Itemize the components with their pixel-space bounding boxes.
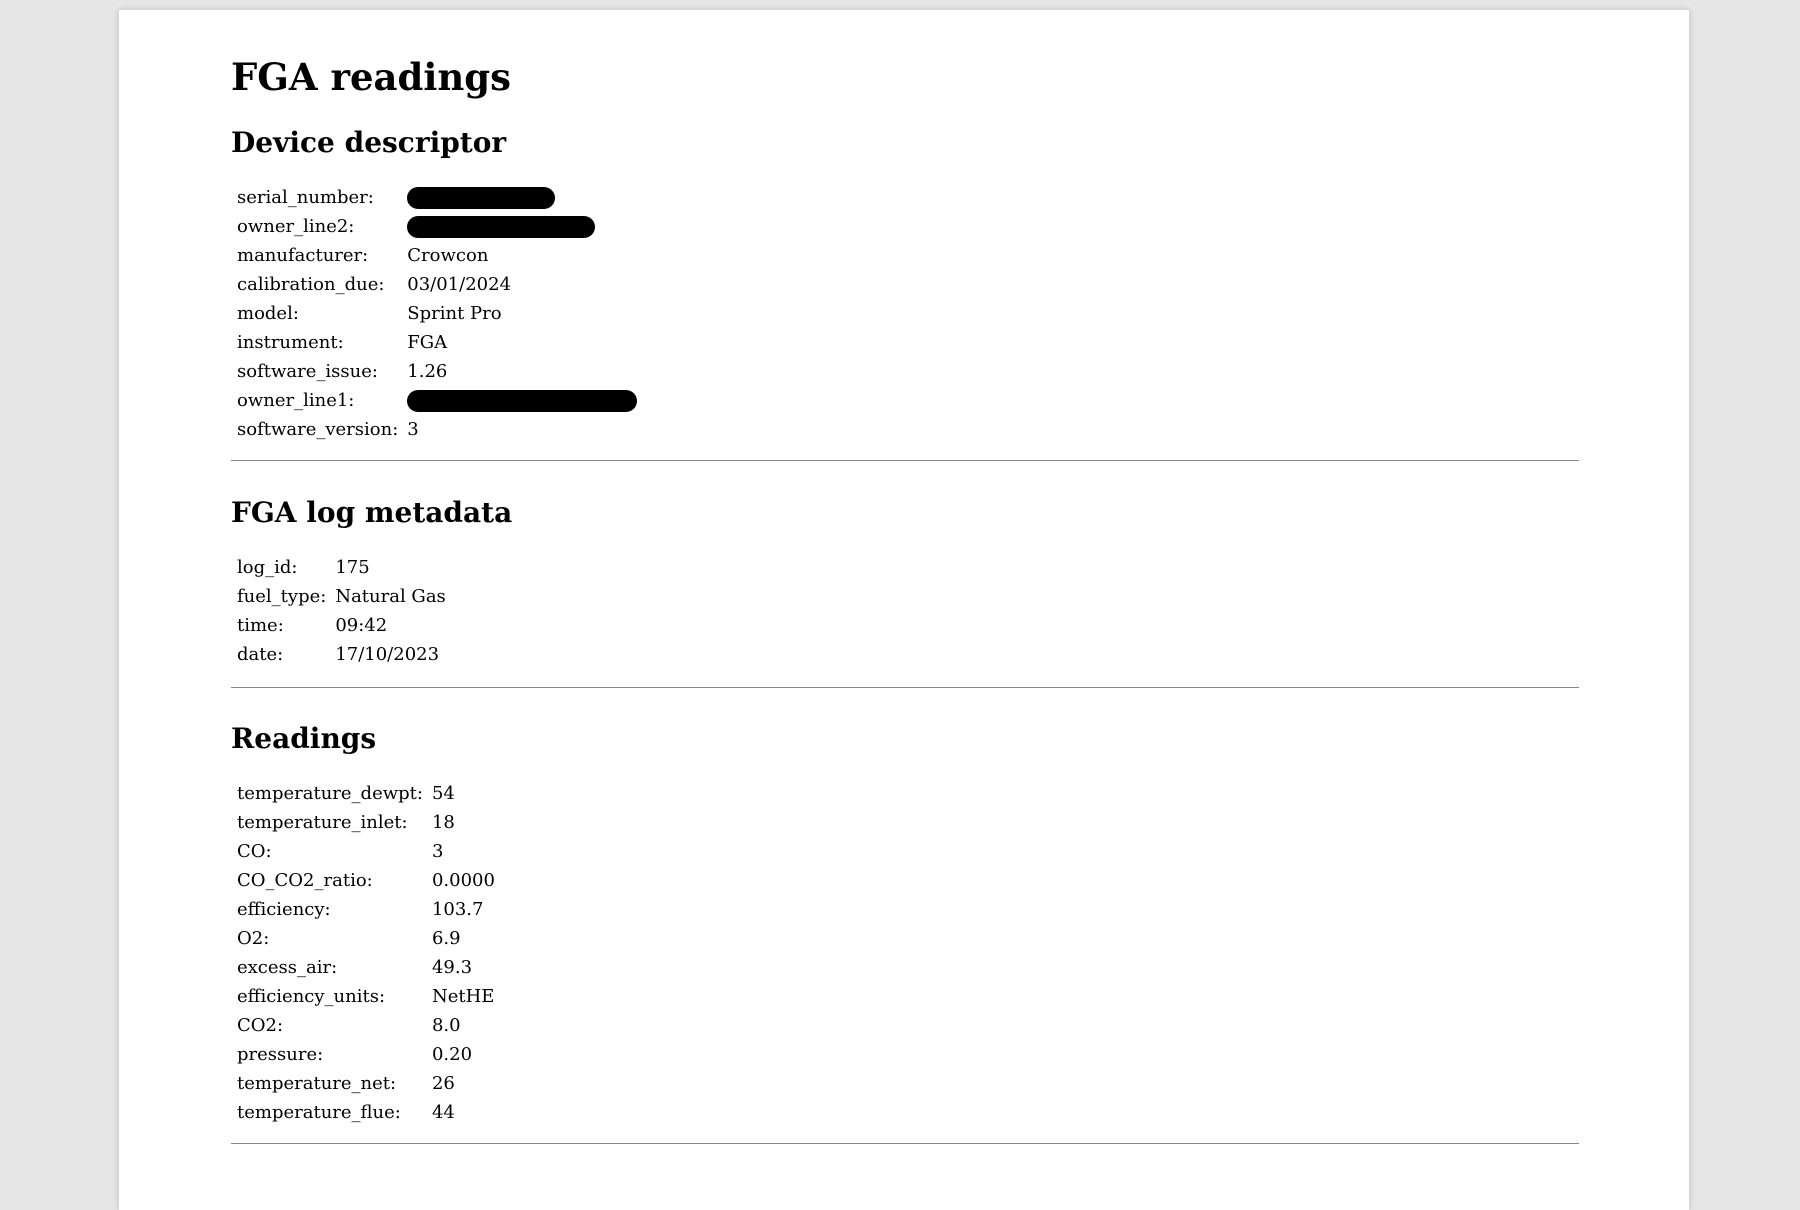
kv-key: CO_CO2_ratio: — [237, 870, 373, 891]
kv-row: temperature_flue: 44 — [234, 1098, 498, 1127]
redaction-mark — [407, 215, 596, 238]
kv-key: efficiency: — [237, 899, 331, 920]
kv-value: 6.9 — [431, 928, 461, 949]
kv-key: date: — [237, 644, 284, 665]
kv-key: software_issue: — [237, 361, 378, 382]
log-metadata-section: FGA log metadata log_id: 175 fuel_type: Nat… — [231, 496, 1579, 669]
kv-value: Crowcon — [407, 245, 489, 266]
log-metadata-table: log_id: 175 fuel_type: Natural Gas time: 09:4… — [234, 553, 449, 669]
divider-3 — [231, 1143, 1579, 1144]
kv-key: CO2: — [237, 1015, 284, 1036]
kv-row: software_version: 3 — [234, 415, 640, 444]
kv-value: 0.0000 — [431, 870, 495, 891]
kv-key: excess_air: — [237, 957, 338, 978]
kv-key: log_id: — [237, 557, 298, 578]
kv-key: owner_line1: — [237, 390, 355, 411]
kv-key: CO: — [237, 841, 272, 862]
divider-1 — [231, 460, 1579, 461]
kv-row: temperature_inlet: 18 — [234, 808, 498, 837]
kv-value: 09:42 — [335, 615, 388, 636]
kv-row: temperature_dewpt: 54 — [234, 779, 498, 808]
kv-value: NetHE — [431, 986, 495, 1007]
kv-row: O2: 6.9 — [234, 924, 498, 953]
kv-row: date: 17/10/2023 — [234, 640, 449, 669]
kv-row: pressure: 0.20 — [234, 1040, 498, 1069]
kv-key: manufacturer: — [237, 245, 369, 266]
log-metadata-heading: FGA log metadata — [231, 496, 513, 529]
kv-value: 3 — [431, 841, 444, 862]
kv-key: temperature_flue: — [237, 1102, 401, 1123]
kv-key: O2: — [237, 928, 270, 949]
kv-key: software_version: — [237, 419, 399, 440]
kv-row: CO_CO2_ratio: 0.0000 — [234, 866, 498, 895]
kv-value: 103.7 — [431, 899, 484, 920]
kv-row: CO: 3 — [234, 837, 498, 866]
kv-value: 03/01/2024 — [407, 274, 512, 295]
kv-row: instrument: FGA — [234, 328, 640, 357]
document-page: FGA readings Device descriptor serial_nu… — [119, 10, 1689, 1210]
kv-key: temperature_dewpt: — [237, 783, 423, 804]
kv-key: pressure: — [237, 1044, 324, 1065]
page-title: FGA readings — [231, 55, 511, 99]
kv-value — [404, 183, 640, 212]
kv-key: temperature_inlet: — [237, 812, 408, 833]
kv-row: excess_air: 49.3 — [234, 953, 498, 982]
kv-value — [404, 386, 640, 415]
readings-table: temperature_dewpt: 54 temperature_inlet: 18… — [234, 779, 498, 1127]
kv-value — [404, 212, 640, 241]
device-descriptor-heading: Device descriptor — [231, 126, 507, 159]
kv-row: manufacturer: Crowcon — [234, 241, 640, 270]
kv-value: 1.26 — [407, 361, 448, 382]
kv-value: Sprint Pro — [407, 303, 502, 324]
kv-row: CO2: 8.0 — [234, 1011, 498, 1040]
kv-value: 44 — [431, 1102, 455, 1123]
kv-key: time: — [237, 615, 284, 636]
kv-value: 17/10/2023 — [335, 644, 440, 665]
kv-row: log_id: 175 — [234, 553, 449, 582]
kv-key: temperature_net: — [237, 1073, 397, 1094]
kv-key: serial_number: — [237, 187, 374, 208]
kv-row: temperature_net: 26 — [234, 1069, 498, 1098]
kv-value: 18 — [431, 812, 455, 833]
readings-heading: Readings — [231, 722, 377, 755]
kv-value: 49.3 — [431, 957, 473, 978]
kv-key: model: — [237, 303, 299, 324]
kv-key: instrument: — [237, 332, 344, 353]
kv-key: calibration_due: — [237, 274, 385, 295]
device-descriptor-table: serial_number: owner_line2: manufacturer: C… — [234, 183, 640, 444]
kv-row: fuel_type: Natural Gas — [234, 582, 449, 611]
kv-value: 54 — [431, 783, 455, 804]
kv-row: efficiency: 103.7 — [234, 895, 498, 924]
kv-value: Natural Gas — [335, 586, 446, 607]
kv-value: 8.0 — [431, 1015, 461, 1036]
kv-value: FGA — [407, 332, 448, 353]
kv-row: software_issue: 1.26 — [234, 357, 640, 386]
kv-row: efficiency_units: NetHE — [234, 982, 498, 1011]
kv-key: efficiency_units: — [237, 986, 386, 1007]
divider-2 — [231, 687, 1579, 688]
kv-key: owner_line2: — [237, 216, 355, 237]
kv-value: 3 — [407, 419, 419, 440]
kv-row: serial_number: — [234, 183, 640, 212]
kv-row: owner_line2: — [234, 212, 640, 241]
kv-value: 26 — [431, 1073, 455, 1094]
kv-row: time: 09:42 — [234, 611, 449, 640]
kv-value: 175 — [335, 557, 370, 578]
kv-row: owner_line1: — [234, 386, 640, 415]
kv-row: calibration_due: 03/01/2024 — [234, 270, 640, 299]
redaction-mark — [407, 186, 556, 209]
kv-row: model: Sprint Pro — [234, 299, 640, 328]
device-descriptor-section: Device descriptor serial_number: owner_li… — [231, 126, 1579, 444]
kv-key: fuel_type: — [237, 586, 327, 607]
redaction-mark — [407, 389, 638, 412]
kv-value: 0.20 — [431, 1044, 473, 1065]
readings-section: Readings temperature_dewpt: 54 temperature… — [231, 722, 1579, 1127]
